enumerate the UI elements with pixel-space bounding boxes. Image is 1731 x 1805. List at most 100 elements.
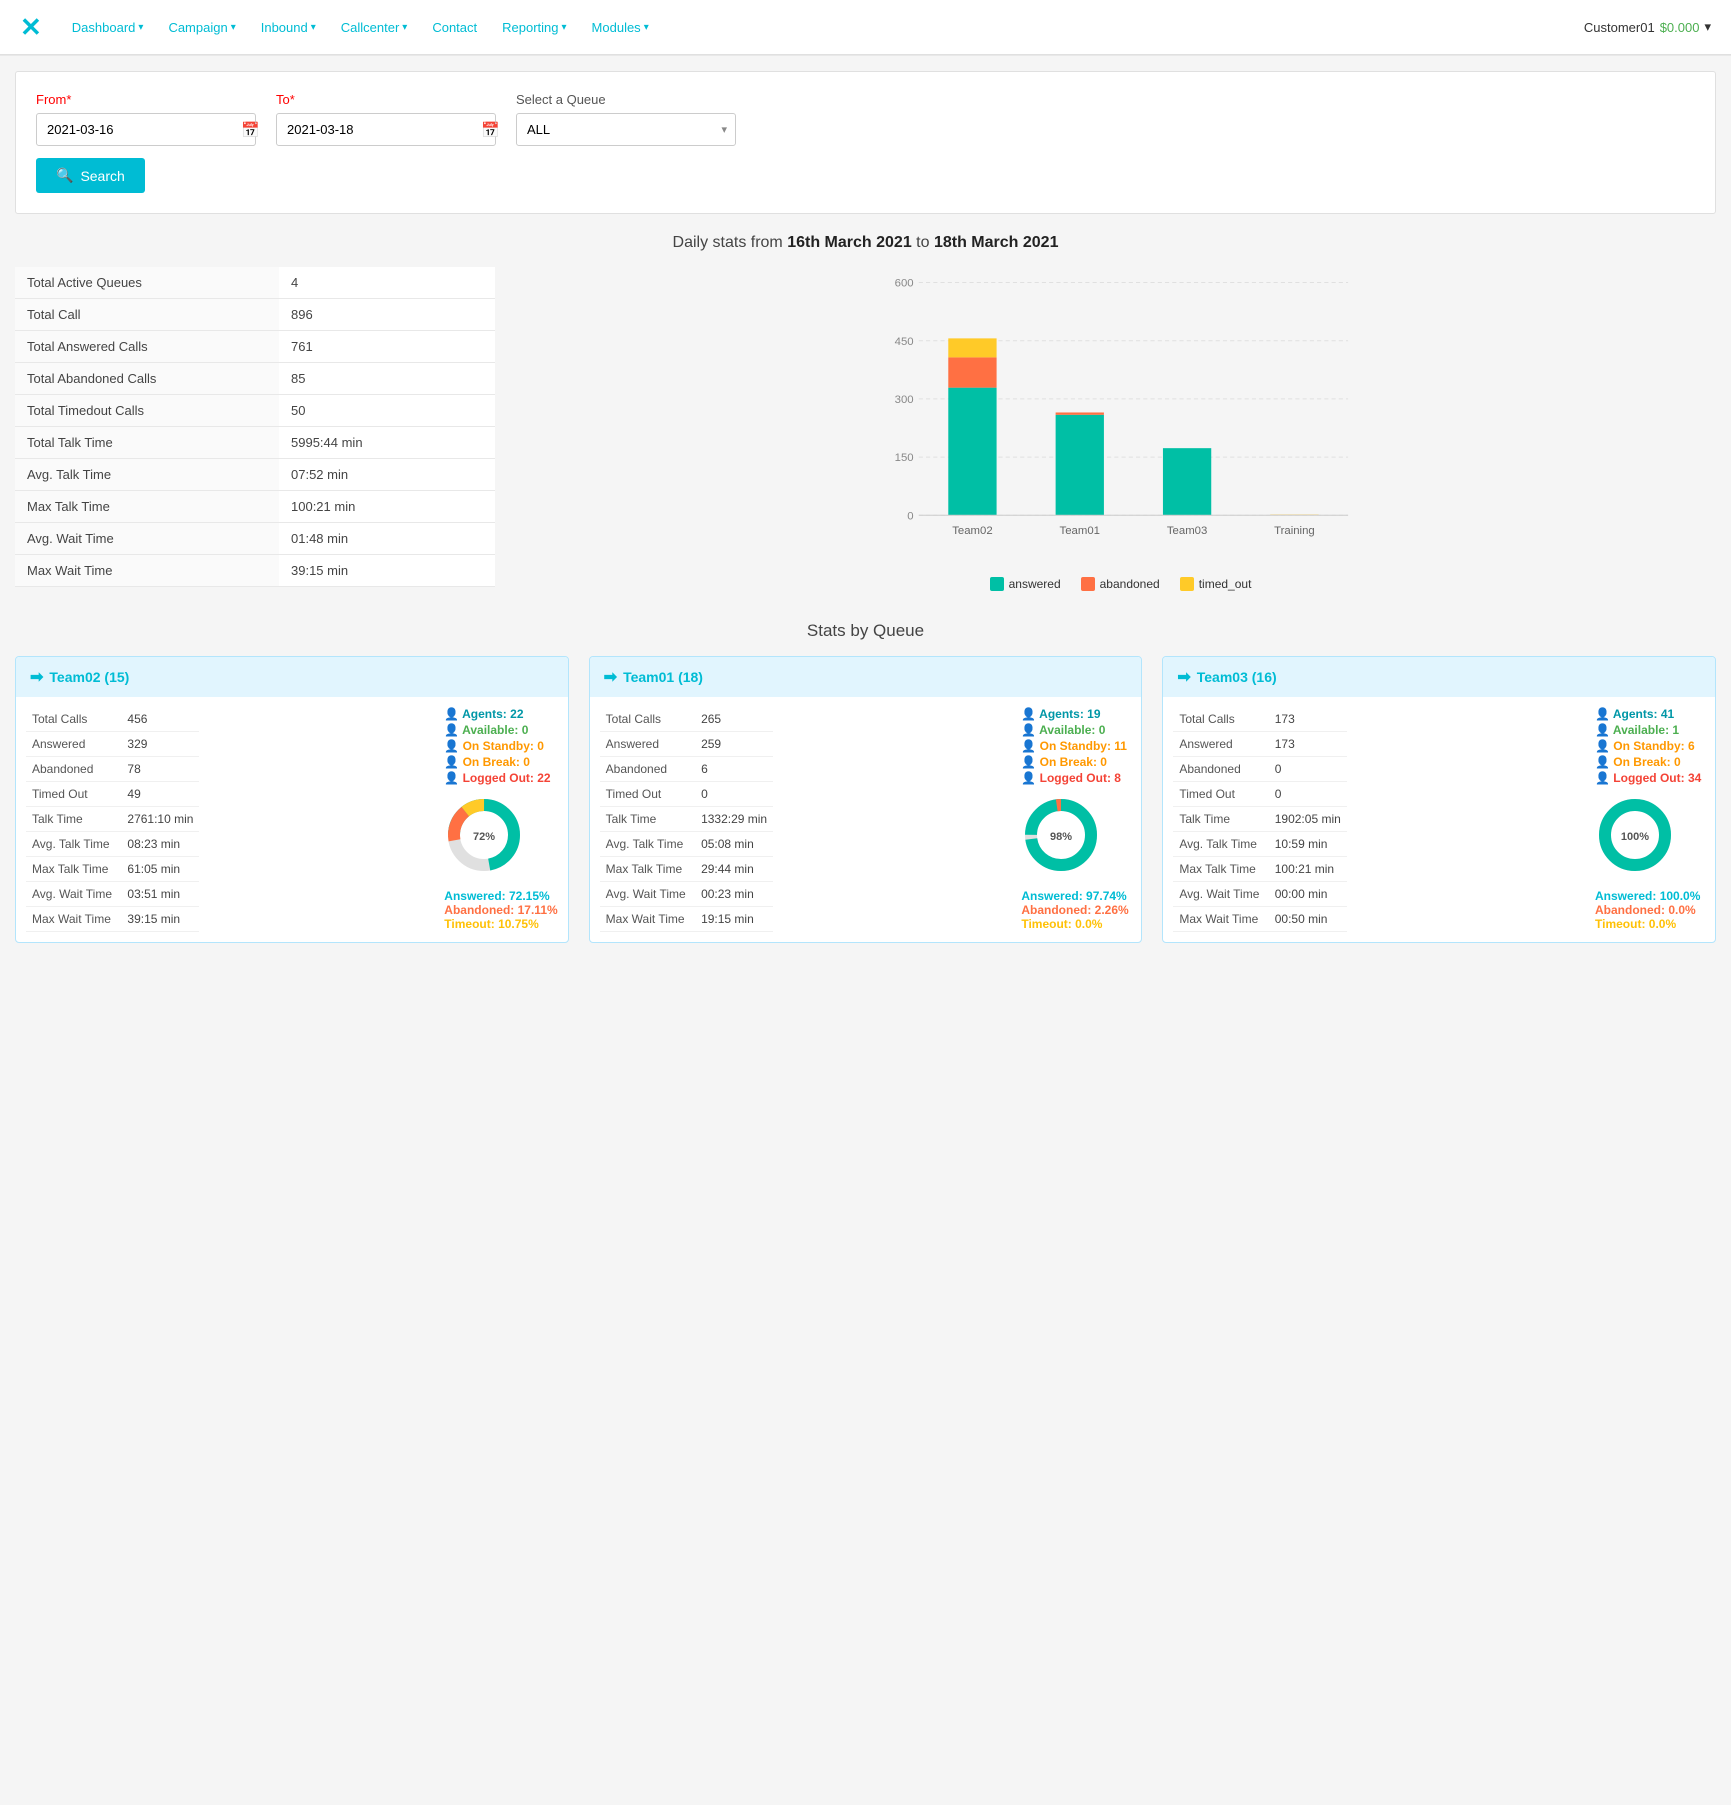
- agent-status-line: 👤 On Standby: 0: [444, 739, 544, 753]
- abandoned-pct-label: Abandoned: 0.0%: [1595, 903, 1700, 917]
- queue-card: ➡ Team01 (18)Total Calls265Answered259Ab…: [589, 656, 1143, 943]
- pct-labels: Answered: 97.74%Abandoned: 2.26%Timeout:…: [1021, 889, 1128, 931]
- queue-card-body: Total Calls456Answered329Abandoned78Time…: [16, 697, 568, 942]
- to-input-wrap: 📅: [276, 113, 496, 146]
- svg-text:Team03: Team03: [1167, 525, 1207, 537]
- queue-section-title: Stats by Queue: [15, 621, 1716, 641]
- table-row: Total Calls456: [26, 707, 199, 732]
- nav-inbound[interactable]: Inbound ▾: [251, 20, 326, 35]
- queue-card: ➡ Team03 (16) Total Calls173Answered173Ab…: [1162, 656, 1716, 943]
- to-input[interactable]: [277, 114, 473, 145]
- svg-text:0: 0: [907, 510, 913, 522]
- table-row: Abandoned6: [600, 757, 773, 782]
- answered-pct-label: Answered: 72.15%: [444, 889, 557, 903]
- table-row: Max Talk Time29:44 min: [600, 857, 773, 882]
- table-row: Avg. Talk Time07:52 min: [15, 459, 495, 491]
- table-row: Avg. Wait Time00:23 min: [600, 882, 773, 907]
- table-row: Max Wait Time39:15 min: [26, 907, 199, 932]
- agent-status-line: 👤 Available: 0: [1021, 723, 1105, 737]
- queue-right-panel: 👤 Agents: 41👤 Available: 1👤 On Standby: …: [1595, 707, 1705, 932]
- filter-section: From* 📅 To* 📅 Select a Queue ALL ▾: [15, 71, 1716, 214]
- nav-campaign[interactable]: Campaign ▾: [158, 20, 245, 35]
- queue-card-body: Total Calls265Answered259Abandoned6Timed…: [590, 697, 1142, 942]
- svg-text:Training: Training: [1274, 525, 1315, 537]
- table-row: Timed Out0: [1173, 782, 1346, 807]
- table-row: Avg. Wait Time01:48 min: [15, 523, 495, 555]
- svg-text:300: 300: [895, 394, 914, 406]
- table-row: Total Call896: [15, 299, 495, 331]
- calendar-icon[interactable]: 📅: [473, 121, 508, 139]
- table-row: Avg. Talk Time05:08 min: [600, 832, 773, 857]
- table-row: Max Talk Time100:21 min: [1173, 857, 1346, 882]
- nav-contact[interactable]: Contact: [422, 20, 487, 35]
- donut-chart: 72%: [444, 795, 524, 875]
- calendar-icon[interactable]: 📅: [233, 121, 268, 139]
- agent-status-line: 👤 On Break: 0: [1595, 755, 1681, 769]
- search-button[interactable]: 🔍 Search: [36, 158, 145, 193]
- search-icon: 🔍: [56, 167, 73, 184]
- abandoned-pct-label: Abandoned: 17.11%: [444, 903, 557, 917]
- table-row: Avg. Talk Time10:59 min: [1173, 832, 1346, 857]
- table-row: Answered329: [26, 732, 199, 757]
- nav-callcenter[interactable]: Callcenter ▾: [331, 20, 418, 35]
- logo-icon[interactable]: ✕: [20, 12, 42, 43]
- queue-label: Select a Queue: [516, 92, 736, 107]
- agent-status-line: 👤 Available: 1: [1595, 723, 1679, 737]
- queue-card-header: ➡ Team03 (16): [1163, 657, 1715, 697]
- table-row: Avg. Wait Time00:00 min: [1173, 882, 1346, 907]
- queue-filter: Select a Queue ALL ▾: [516, 92, 736, 146]
- search-button-label: Search: [80, 168, 124, 184]
- chevron-down-icon: ▾: [311, 22, 316, 33]
- bar-chart: 0150300450600Team02Team01Team03Training: [525, 267, 1716, 567]
- queue-stats-table: Total Calls173Answered173Abandoned0Timed…: [1173, 707, 1346, 932]
- queue-arrow-icon: ➡: [1177, 667, 1190, 687]
- donut-chart: 98%: [1021, 795, 1101, 875]
- legend-label: abandoned: [1100, 577, 1160, 591]
- nav-modules[interactable]: Modules ▾: [582, 20, 659, 35]
- table-row: Max Wait Time00:50 min: [1173, 907, 1346, 932]
- balance-label: $0.000: [1660, 20, 1700, 35]
- legend-item: timed_out: [1180, 577, 1252, 591]
- queue-cards-row: ➡ Team02 (15)Total Calls456Answered329Ab…: [15, 656, 1716, 943]
- agent-status-line: 👤 Logged Out: 22: [444, 771, 550, 785]
- svg-text:72%: 72%: [473, 831, 495, 843]
- table-row: Max Wait Time19:15 min: [600, 907, 773, 932]
- queue-arrow-icon: ➡: [30, 667, 43, 687]
- summary-table: Total Active Queues4Total Call896Total A…: [15, 267, 495, 587]
- timeout-pct-label: Timeout: 0.0%: [1595, 917, 1700, 931]
- table-row: Abandoned0: [1173, 757, 1346, 782]
- agent-status-line: 👤 On Standby: 11: [1021, 739, 1127, 753]
- pct-labels: Answered: 100.0%Abandoned: 0.0%Timeout: …: [1595, 889, 1700, 931]
- agent-status-line: 👤 On Break: 0: [1021, 755, 1107, 769]
- pct-labels: Answered: 72.15%Abandoned: 17.11%Timeout…: [444, 889, 557, 931]
- legend-label: answered: [1009, 577, 1061, 591]
- table-row: Total Talk Time5995:44 min: [15, 427, 495, 459]
- queue-select-wrap: ALL ▾: [516, 113, 736, 146]
- to-filter: To* 📅: [276, 92, 496, 146]
- table-row: Timed Out0: [600, 782, 773, 807]
- to-label: To*: [276, 92, 496, 107]
- table-row: Talk Time1902:05 min: [1173, 807, 1346, 832]
- chart-area: 0150300450600Team02Team01Team03Training …: [525, 267, 1716, 591]
- stats-title: Daily stats from 16th March 2021 to 18th…: [15, 234, 1716, 252]
- navbar: ✕ Dashboard ▾ Campaign ▾ Inbound ▾ Callc…: [0, 0, 1731, 55]
- nav-dashboard[interactable]: Dashboard ▾: [62, 20, 154, 35]
- queue-select[interactable]: ALL: [517, 114, 713, 145]
- queue-card: ➡ Team02 (15)Total Calls456Answered329Ab…: [15, 656, 569, 943]
- agents-label: 👤 Agents: 22: [444, 707, 523, 721]
- legend-label: timed_out: [1199, 577, 1252, 591]
- svg-text:450: 450: [895, 336, 914, 348]
- main-content: Daily stats from 16th March 2021 to 18th…: [0, 234, 1731, 973]
- nav-reporting[interactable]: Reporting ▾: [492, 20, 576, 35]
- table-row: Max Talk Time61:05 min: [26, 857, 199, 882]
- username-label: Customer01: [1584, 20, 1655, 35]
- abandoned-pct-label: Abandoned: 2.26%: [1021, 903, 1128, 917]
- svg-text:150: 150: [895, 452, 914, 464]
- table-row: Max Talk Time100:21 min: [15, 491, 495, 523]
- agent-status-line: 👤 On Break: 0: [444, 755, 530, 769]
- legend-color: [990, 577, 1004, 591]
- queue-card-body: Total Calls173Answered173Abandoned0Timed…: [1163, 697, 1715, 942]
- queue-card-header: ➡ Team02 (15): [16, 657, 568, 697]
- from-input[interactable]: [37, 114, 233, 145]
- from-input-wrap: 📅: [36, 113, 256, 146]
